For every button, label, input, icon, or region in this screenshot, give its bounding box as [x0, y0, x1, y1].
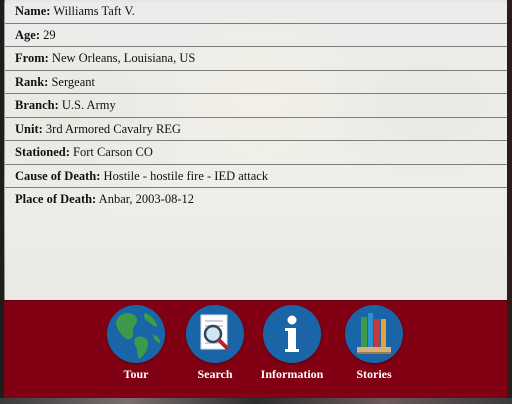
- field-label: Stationed:: [15, 145, 70, 159]
- nav-information-label: Information: [260, 367, 324, 381]
- field-row-place-of-death: Place of Death: Anbar, 2003-08-12: [5, 188, 507, 211]
- bottom-background-strip: [0, 398, 512, 404]
- frame-edge-right: [507, 0, 512, 404]
- field-label: Cause of Death:: [15, 168, 101, 183]
- field-value: U.S. Army: [61, 98, 116, 112]
- books-icon: [345, 305, 403, 363]
- field-value: 29: [43, 27, 56, 42]
- field-label: From:: [15, 51, 49, 65]
- field-value: New Orleans, Louisiana, US: [51, 51, 196, 65]
- nav-information-button[interactable]: Information: [246, 305, 338, 382]
- field-row-unit: Unit: 3rd Armored Cavalry REG: [5, 118, 507, 141]
- field-label: Place of Death:: [15, 192, 97, 206]
- field-row-rank: Rank: Sergeant: [5, 71, 507, 94]
- nav-stories-button[interactable]: Stories: [334, 305, 414, 382]
- field-label: Name:: [15, 4, 51, 18]
- field-value: Sergeant: [51, 74, 95, 89]
- nav-tour-button[interactable]: Tour: [96, 305, 176, 382]
- field-label: Age:: [15, 27, 40, 42]
- field-row-age: Age: 29: [5, 24, 507, 47]
- info-icon: [263, 305, 321, 363]
- nav-search-label: Search: [197, 367, 233, 381]
- bottom-nav-bar: Tour Search Information Stories: [4, 300, 507, 399]
- field-value: Fort Carson CO: [73, 145, 153, 159]
- field-value: Hostile - hostile fire - IED attack: [103, 168, 269, 183]
- field-row-cause-of-death: Cause of Death: Hostile - hostile fire -…: [5, 165, 507, 188]
- field-value: 3rd Armored Cavalry REG: [45, 121, 181, 136]
- nav-tour-label: Tour: [123, 367, 149, 381]
- field-row-stationed: Stationed: Fort Carson CO: [5, 141, 507, 165]
- field-row-branch: Branch: U.S. Army: [5, 94, 507, 118]
- field-label: Rank:: [15, 74, 49, 89]
- nav-search-button[interactable]: Search: [175, 305, 255, 382]
- field-row-name: Name: Williams Taft V.: [5, 0, 507, 24]
- nav-stories-label: Stories: [356, 367, 392, 381]
- field-value: Anbar, 2003-08-12: [98, 192, 194, 206]
- field-row-from: From: New Orleans, Louisiana, US: [5, 47, 507, 71]
- globe-icon: [107, 305, 165, 363]
- field-label: Branch:: [15, 98, 59, 112]
- record-card: Name: Williams Taft V. Age: 29 From: New…: [5, 0, 507, 300]
- document-search-icon: [186, 305, 244, 363]
- field-label: Unit:: [15, 121, 43, 136]
- field-value: Williams Taft V.: [53, 4, 135, 18]
